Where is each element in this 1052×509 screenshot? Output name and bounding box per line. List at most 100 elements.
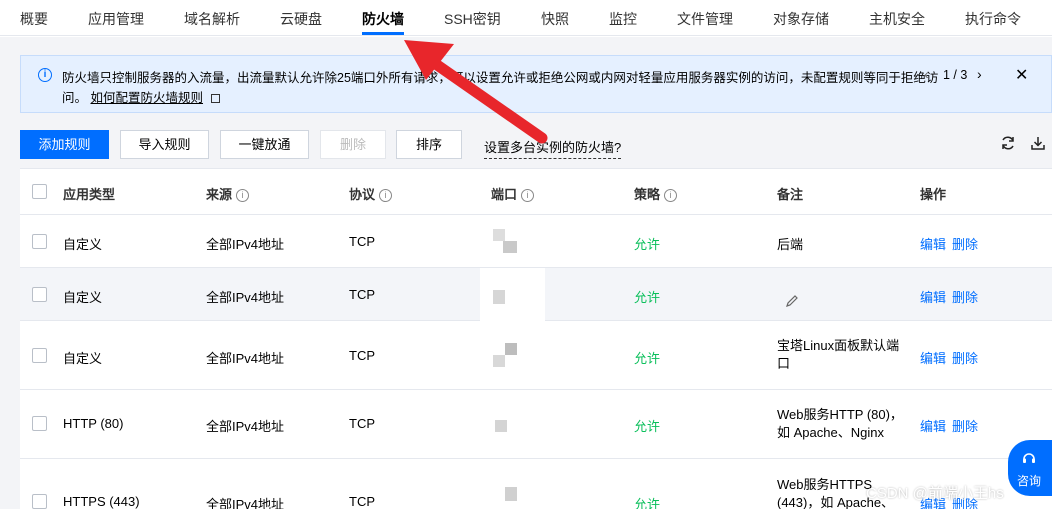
cell-policy: 允许	[634, 290, 661, 305]
multi-instance-firewall-link[interactable]: 设置多台实例的防火墙?	[484, 137, 622, 159]
row-checkbox[interactable]	[32, 494, 47, 509]
info-icon[interactable]: i	[236, 189, 250, 202]
cell-app-type: 自定义	[63, 351, 103, 366]
header-policy-label: 策略	[634, 187, 661, 202]
tab-object-storage[interactable]: 对象存储	[773, 9, 829, 29]
edit-rule-link[interactable]: 编辑	[920, 348, 946, 367]
header-source: 来源 i	[206, 184, 250, 203]
row-checkbox[interactable]	[32, 287, 47, 302]
add-rule-button[interactable]: 添加规则	[20, 130, 109, 159]
notice-text-line2: 问。 如何配置防火墙规则	[62, 87, 220, 106]
tab-run-command[interactable]: 执行命令	[965, 9, 1021, 29]
table-row: HTTP (80) 全部IPv4地址 TCP 允许 Web服务HTTP (80)…	[20, 390, 1052, 459]
header-note: 备注	[777, 187, 804, 202]
port-redacted	[493, 355, 505, 367]
port-redacted	[503, 241, 517, 253]
toolbar: 添加规则 导入规则 一键放通 删除 排序 设置多台实例的防火墙?	[20, 130, 1052, 160]
header-protocol-label: 协议	[349, 187, 376, 202]
edit-rule-link[interactable]: 编辑	[920, 287, 946, 306]
firewall-rules-table: 应用类型 来源 i 协议 i 端口 i 策略 i 备注 操作 自定义 全部IPv4地址 …	[20, 168, 1052, 509]
watermark: CSDN @前端小王hs	[866, 485, 1004, 502]
header-app-type: 应用类型	[63, 187, 116, 202]
cell-policy: 允许	[634, 237, 661, 252]
info-icon[interactable]: i	[379, 189, 393, 202]
tab-overview[interactable]: 概要	[20, 9, 48, 29]
close-icon[interactable]: ✕	[1015, 65, 1028, 85]
port-redacted	[493, 229, 505, 241]
select-all-checkbox[interactable]	[32, 184, 47, 199]
cell-app-type: HTTP (80)	[63, 416, 124, 431]
cell-note: Web服务HTTP (80)，如 Apache、Nginx	[777, 407, 903, 440]
cell-protocol: TCP	[349, 416, 375, 431]
port-redacted	[495, 420, 507, 432]
header-protocol: 协议 i	[349, 184, 393, 203]
import-rules-button[interactable]: 导入规则	[120, 130, 209, 159]
row-checkbox[interactable]	[32, 348, 47, 363]
row-checkbox[interactable]	[32, 234, 47, 249]
delete-button[interactable]: 删除	[320, 130, 386, 159]
port-redacted	[493, 290, 505, 304]
edit-rule-link[interactable]: 编辑	[920, 416, 946, 435]
chevron-right-icon[interactable]: ›	[977, 66, 982, 82]
tab-snapshot[interactable]: 快照	[541, 9, 569, 29]
tab-dns[interactable]: 域名解析	[184, 9, 240, 29]
tab-ssh-key[interactable]: SSH密钥	[444, 9, 501, 29]
tab-file-management[interactable]: 文件管理	[677, 9, 733, 29]
notice-text: 防火墙只控制服务器的入流量，出流量默认允许除25端口外所有请求，可以设置允许或拒…	[62, 71, 939, 85]
pencil-icon[interactable]	[785, 294, 799, 308]
cell-source: 全部IPv4地址	[206, 290, 285, 305]
header-action: 操作	[920, 187, 947, 202]
header-port: 端口 i	[491, 184, 535, 203]
info-notice: i 防火墙只控制服务器的入流量，出流量默认允许除25端口外所有请求，可以设置允许…	[20, 55, 1052, 113]
sort-button[interactable]: 排序	[396, 130, 462, 159]
active-tab-indicator	[362, 32, 404, 35]
header-policy: 策略 i	[634, 184, 678, 203]
info-icon[interactable]: i	[664, 189, 678, 202]
external-link-icon	[210, 94, 220, 103]
delete-rule-link[interactable]: 删除	[952, 287, 978, 306]
chevron-left-icon[interactable]: ‹	[924, 66, 929, 82]
cell-source: 全部IPv4地址	[206, 351, 285, 366]
tab-firewall[interactable]: 防火墙	[362, 9, 404, 29]
cell-note: 宝塔Linux面板默认端口	[777, 338, 900, 371]
tab-app-management[interactable]: 应用管理	[88, 9, 144, 29]
header-port-label: 端口	[491, 187, 518, 202]
table-row: 自定义 全部IPv4地址 TCP 允许 后端 编辑 删除	[20, 215, 1052, 268]
cell-policy: 允许	[634, 497, 661, 509]
headset-icon	[1023, 453, 1035, 463]
consult-button[interactable]: 咨询	[1008, 440, 1052, 496]
open-all-button[interactable]: 一键放通	[220, 130, 309, 159]
info-icon[interactable]: i	[521, 189, 535, 202]
cell-source: 全部IPv4地址	[206, 419, 285, 434]
cell-policy: 允许	[634, 351, 661, 366]
cell-policy: 允许	[634, 419, 661, 434]
table-row: 自定义 全部IPv4地址 TCP 允许 宝塔Linux面板默认端口 编辑 删除	[20, 321, 1052, 390]
firewall-doc-link[interactable]: 如何配置防火墙规则	[91, 91, 204, 105]
top-tabs: 概要 应用管理 域名解析 云硬盘 防火墙 SSH密钥 快照 监控 文件管理 对象…	[0, 0, 1052, 36]
header-source-label: 来源	[206, 187, 233, 202]
tab-host-security[interactable]: 主机安全	[869, 9, 925, 29]
cell-app-type: HTTPS (443)	[63, 494, 140, 509]
delete-rule-link[interactable]: 删除	[952, 348, 978, 367]
tab-monitor[interactable]: 监控	[609, 9, 637, 29]
table-row: 自定义 全部IPv4地址 TCP 允许 编辑 删除	[20, 268, 1052, 321]
cell-note: 后端	[777, 237, 804, 252]
cell-app-type: 自定义	[63, 290, 103, 305]
delete-rule-link[interactable]: 删除	[952, 234, 978, 253]
row-checkbox[interactable]	[32, 416, 47, 431]
port-redacted	[505, 487, 517, 501]
delete-rule-link[interactable]: 删除	[952, 416, 978, 435]
cell-protocol: TCP	[349, 494, 375, 509]
notice-pager: 1 / 3	[943, 68, 968, 82]
cell-protocol: TCP	[349, 287, 375, 302]
tab-cloud-disk[interactable]: 云硬盘	[280, 9, 322, 29]
cell-source: 全部IPv4地址	[206, 237, 285, 252]
cell-app-type: 自定义	[63, 237, 103, 252]
download-icon[interactable]	[1030, 135, 1046, 151]
table-header: 应用类型 来源 i 协议 i 端口 i 策略 i 备注 操作	[20, 169, 1052, 215]
cell-protocol: TCP	[349, 234, 375, 249]
refresh-icon[interactable]	[1000, 135, 1016, 151]
edit-rule-link[interactable]: 编辑	[920, 234, 946, 253]
cell-protocol: TCP	[349, 348, 375, 363]
port-redacted	[480, 268, 545, 321]
